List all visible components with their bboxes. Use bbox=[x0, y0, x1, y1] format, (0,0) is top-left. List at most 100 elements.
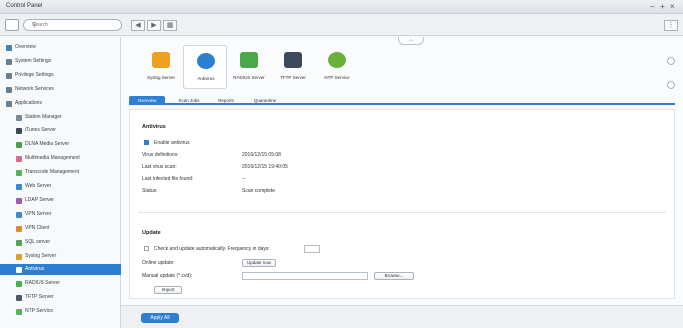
tab-bar: Overview Scan Jobs Reports Quarantine bbox=[129, 94, 675, 105]
antivirus-section-title: Antivirus bbox=[142, 124, 166, 130]
sidebar-item-label: VPN Client bbox=[25, 224, 50, 231]
sidebar-item-privilege-settings[interactable]: Privilege Settings bbox=[0, 70, 121, 81]
last-infected-value: -- bbox=[242, 176, 246, 182]
manual-update-file-input[interactable] bbox=[242, 272, 368, 280]
sidebar-item-label: VPN Server bbox=[25, 210, 52, 217]
sidebar-item-label: DLNA Media Server bbox=[25, 141, 70, 148]
apply-all-button[interactable]: Apply All bbox=[141, 313, 179, 323]
virus-definitions-label: Virus definitions: bbox=[142, 152, 179, 158]
strip-scroll-up-icon[interactable] bbox=[667, 57, 675, 65]
tab-overview[interactable]: Overview bbox=[129, 96, 165, 105]
sidebar-item-label: TFTP Server bbox=[25, 294, 54, 301]
options-icon[interactable]: ⋮ bbox=[664, 20, 678, 31]
tftp-icon bbox=[16, 295, 22, 302]
status-value: Scan complete bbox=[242, 188, 276, 194]
tab-scan-jobs[interactable]: Scan Jobs bbox=[171, 96, 207, 105]
multimedia-icon bbox=[16, 156, 22, 163]
sidebar-item-antivirus[interactable]: Antivirus bbox=[0, 264, 121, 276]
main-content: ︿ Syslog Server Antivirus RADIUS Server TFT… bbox=[121, 37, 683, 328]
ntp-icon bbox=[16, 309, 22, 316]
tab-reports[interactable]: Reports bbox=[211, 96, 241, 105]
sidebar-item-label: Network Services bbox=[15, 85, 54, 92]
sidebar-item-ldap-server[interactable]: LDAP Server bbox=[0, 195, 121, 206]
sidebar-item-label: iTunes Server bbox=[25, 127, 56, 134]
update-now-button[interactable]: Update now bbox=[242, 259, 276, 267]
forward-button[interactable]: ▶ bbox=[147, 20, 161, 31]
sidebar: Overview System Settings Privilege Setting… bbox=[0, 37, 121, 328]
status-label: Status: bbox=[142, 188, 158, 194]
search-icon: ⚲ bbox=[32, 22, 38, 29]
overview-icon bbox=[6, 45, 12, 51]
sidebar-item-overview[interactable]: Overview bbox=[0, 42, 121, 53]
tab-quarantine[interactable]: Quarantine bbox=[245, 96, 285, 105]
radius-icon bbox=[240, 52, 258, 68]
sidebar-item-label: LDAP Server bbox=[25, 196, 55, 203]
back-button[interactable]: ◀ bbox=[131, 20, 145, 31]
auto-update-checkbox[interactable] bbox=[144, 246, 149, 251]
grid-view-button[interactable]: ▦ bbox=[163, 20, 177, 31]
last-infected-label: Last infected file found: bbox=[142, 176, 194, 182]
update-section-title: Update bbox=[142, 230, 161, 236]
gear-icon bbox=[6, 58, 12, 65]
transcode-icon bbox=[16, 170, 22, 177]
dlna-icon bbox=[16, 142, 22, 149]
network-icon bbox=[6, 86, 12, 93]
app-label: Syslog Server bbox=[146, 75, 175, 80]
tftp-icon bbox=[284, 52, 302, 68]
sidebar-item-sql-server[interactable]: SQL server bbox=[0, 237, 121, 248]
enable-antivirus-checkbox[interactable] bbox=[144, 140, 149, 145]
sidebar-item-station-manager[interactable]: Station Manager bbox=[0, 112, 121, 123]
app-antivirus[interactable]: Antivirus bbox=[183, 45, 227, 89]
sidebar-item-radius-server[interactable]: RADIUS Server bbox=[0, 278, 121, 289]
sql-icon bbox=[16, 239, 22, 246]
sidebar-item-label: SQL server bbox=[25, 238, 51, 245]
app-syslog-server[interactable]: Syslog Server bbox=[139, 45, 183, 89]
online-update-label: Online update: bbox=[142, 260, 175, 266]
app-label: TFTP Server bbox=[280, 75, 306, 80]
sidebar-item-tftp-server[interactable]: TFTP Server bbox=[0, 292, 121, 303]
app-strip: Syslog Server Antivirus RADIUS Server TFTP … bbox=[121, 37, 683, 95]
sidebar-item-vpn-client[interactable]: VPN Client bbox=[0, 223, 121, 234]
sidebar-item-network-services[interactable]: Network Services bbox=[0, 84, 121, 95]
sidebar-item-ntp-service[interactable]: NTP Service bbox=[0, 306, 121, 317]
manual-update-label: Manual update (*.cvd): bbox=[142, 273, 193, 279]
strip-scroll-down-icon[interactable] bbox=[667, 81, 675, 89]
minimize-button[interactable]: – bbox=[650, 2, 654, 11]
itunes-icon bbox=[16, 128, 22, 135]
sidebar-item-label: Syslog Server bbox=[25, 252, 57, 259]
sidebar-item-label: NTP Service bbox=[25, 308, 53, 315]
sidebar-item-web-server[interactable]: Web Server bbox=[0, 181, 121, 192]
import-button[interactable]: Import bbox=[154, 286, 182, 294]
sidebar-item-applications[interactable]: Applications bbox=[0, 98, 121, 109]
station-icon bbox=[16, 114, 22, 121]
antivirus-icon bbox=[16, 267, 22, 274]
window-title: Control Panel bbox=[6, 3, 43, 9]
app-tftp-server[interactable]: TFTP Server bbox=[271, 45, 315, 89]
frequency-days-input[interactable] bbox=[304, 245, 320, 253]
sidebar-item-vpn-server[interactable]: VPN Server bbox=[0, 209, 121, 220]
sidebar-item-label: Privilege Settings bbox=[15, 71, 54, 78]
radius-icon bbox=[16, 281, 22, 288]
app-ntp-service[interactable]: NTP Service bbox=[315, 45, 359, 89]
vpn-client-icon bbox=[16, 225, 22, 232]
sidebar-item-itunes-server[interactable]: iTunes Server bbox=[0, 125, 121, 136]
section-divider bbox=[138, 212, 666, 213]
sidebar-item-label: RADIUS Server bbox=[25, 280, 61, 287]
ldap-icon bbox=[16, 197, 22, 204]
enable-antivirus-label: Enable antivirus bbox=[154, 140, 190, 146]
browse-button[interactable]: Browse... bbox=[374, 272, 414, 280]
show-menu-icon[interactable] bbox=[5, 19, 19, 31]
search-input[interactable]: Search ⚲ bbox=[23, 19, 122, 31]
user-icon bbox=[6, 72, 12, 79]
sidebar-item-syslog-server[interactable]: Syslog Server bbox=[0, 251, 121, 262]
app-radius-server[interactable]: RADIUS Server bbox=[227, 45, 271, 89]
toolbar: Search ⚲ ◀ ▶ ▦ ⋮ bbox=[0, 14, 683, 36]
sidebar-item-system-settings[interactable]: System Settings bbox=[0, 56, 121, 67]
sidebar-item-transcode-management[interactable]: Transcode Management bbox=[0, 167, 121, 178]
maximize-button[interactable]: + bbox=[660, 2, 665, 11]
app-label: RADIUS Server bbox=[233, 75, 265, 80]
syslog-icon bbox=[152, 52, 170, 68]
sidebar-item-multimedia-management[interactable]: Multimedia Management bbox=[0, 153, 121, 164]
sidebar-item-dlna-media-server[interactable]: DLNA Media Server bbox=[0, 139, 121, 150]
close-button[interactable]: × bbox=[670, 2, 675, 11]
